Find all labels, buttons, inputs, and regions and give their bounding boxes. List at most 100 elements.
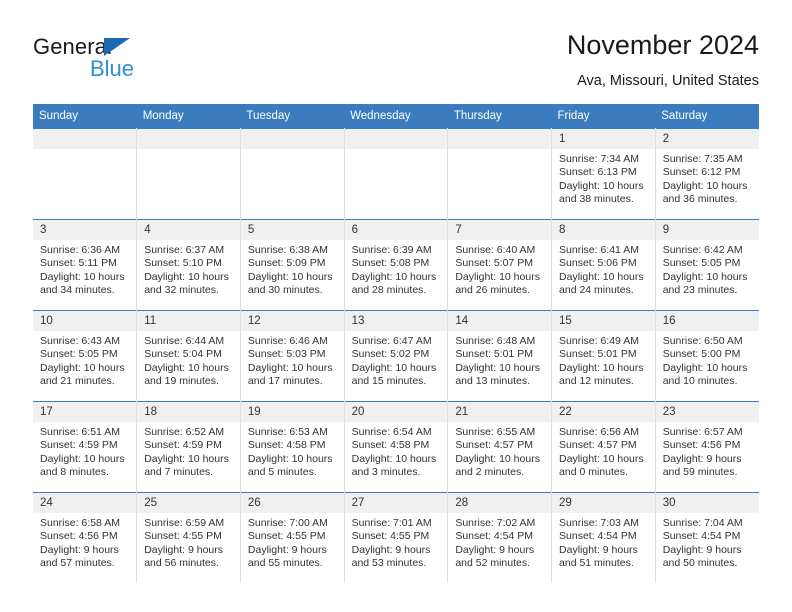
daylight-duration-line2: and 57 minutes. xyxy=(40,557,115,570)
daylight-duration-line2: and 5 minutes. xyxy=(247,466,317,479)
day-info: Sunrise: 6:49 AM Sunset: 5:01 PM Daylight:… xyxy=(552,331,655,389)
calendar-day-inner: 9 Sunrise: 6:42 AM Sunset: 5:05 PM Daylight… xyxy=(655,220,759,310)
calendar-day-cell[interactable]: 10 Sunrise: 6:43 AM Sunset: 5:05 PM Dayligh… xyxy=(33,310,138,402)
day-info: Sunrise: 6:39 AM Sunset: 5:08 PM Daylight:… xyxy=(345,240,448,298)
day-number: 10 xyxy=(33,311,137,331)
calendar-day-cell[interactable]: 13 Sunrise: 6:47 AM Sunset: 5:02 PM Dayligh… xyxy=(343,310,449,402)
day-info: Sunrise: 6:47 AM Sunset: 5:02 PM Daylight:… xyxy=(345,331,448,389)
day-number: 25 xyxy=(137,493,240,513)
calendar-day-inner: 16 Sunrise: 6:50 AM Sunset: 5:00 PM Dayligh… xyxy=(655,311,759,401)
calendar-day-cell[interactable]: 9 Sunrise: 6:42 AM Sunset: 5:05 PM Daylight… xyxy=(654,219,759,311)
calendar-day-cell[interactable]: 28 Sunrise: 7:02 AM Sunset: 4:54 PM Dayligh… xyxy=(447,492,553,583)
calendar-day-cell[interactable]: 26 Sunrise: 7:00 AM Sunset: 4:55 PM Dayligh… xyxy=(239,492,345,583)
sunrise-time: Sunrise: 6:56 AM xyxy=(559,426,639,438)
day-number xyxy=(448,129,552,149)
day-number: 19 xyxy=(240,402,344,422)
day-info: Sunrise: 6:46 AM Sunset: 5:03 PM Daylight:… xyxy=(241,331,344,389)
calendar-day-cell[interactable]: 22 Sunrise: 6:56 AM Sunset: 4:57 PM Dayligh… xyxy=(551,401,656,493)
calendar-day-inner: 8 Sunrise: 6:41 AM Sunset: 5:06 PM Daylight… xyxy=(552,220,655,310)
calendar-day-inner: 2 Sunrise: 7:35 AM Sunset: 6:12 PM Daylight… xyxy=(655,129,759,219)
location-subtitle: Ava, Missouri, United States xyxy=(577,73,759,89)
calendar-day-cell[interactable]: 29 Sunrise: 7:03 AM Sunset: 4:54 PM Dayligh… xyxy=(551,492,656,583)
day-info: Sunrise: 6:43 AM Sunset: 5:05 PM Daylight:… xyxy=(33,331,136,389)
sunset-time: Sunset: 6:13 PM xyxy=(559,166,637,179)
calendar-day-cell[interactable]: 14 Sunrise: 6:48 AM Sunset: 5:01 PM Dayligh… xyxy=(447,310,553,402)
calendar-day-inner: 7 Sunrise: 6:40 AM Sunset: 5:07 PM Daylight… xyxy=(448,220,552,310)
calendar-day-cell[interactable]: 1 Sunrise: 7:34 AM Sunset: 6:13 PM Daylight… xyxy=(551,128,656,220)
calendar-day-cell[interactable]: 30 Sunrise: 7:04 AM Sunset: 4:54 PM Dayligh… xyxy=(654,492,759,583)
daylight-duration-line1: Daylight: 10 hours xyxy=(662,270,748,283)
calendar-day-inner xyxy=(33,129,137,219)
calendar-week-row: 3 Sunrise: 6:36 AM Sunset: 5:11 PM Daylight… xyxy=(33,219,759,311)
daylight-duration-line2: and 3 minutes. xyxy=(351,466,421,479)
daylight-duration-line2: and 30 minutes. xyxy=(247,284,323,297)
calendar-day-inner: 30 Sunrise: 7:04 AM Sunset: 4:54 PM Dayligh… xyxy=(655,493,759,583)
day-info: Sunrise: 6:51 AM Sunset: 4:59 PM Daylight:… xyxy=(33,422,136,480)
daylight-duration-line1: Daylight: 10 hours xyxy=(455,361,540,374)
calendar-week-row: 1 Sunrise: 7:34 AM Sunset: 6:13 PM Daylight… xyxy=(33,128,759,220)
day-info: Sunrise: 6:41 AM Sunset: 5:06 PM Daylight:… xyxy=(552,240,655,298)
calendar-day-cell[interactable]: 18 Sunrise: 6:52 AM Sunset: 4:59 PM Dayligh… xyxy=(136,401,241,493)
sunrise-time: Sunrise: 6:41 AM xyxy=(559,244,639,256)
daylight-duration-line1: Daylight: 9 hours xyxy=(144,543,223,556)
day-number: 24 xyxy=(33,493,137,513)
day-info: Sunrise: 6:55 AM Sunset: 4:57 PM Daylight:… xyxy=(448,422,551,480)
daylight-duration-line2: and 24 minutes. xyxy=(559,284,634,297)
daylight-duration-line1: Daylight: 9 hours xyxy=(662,452,742,465)
calendar-day-cell[interactable]: 7 Sunrise: 6:40 AM Sunset: 5:07 PM Daylight… xyxy=(447,219,553,311)
daylight-duration-line2: and 15 minutes. xyxy=(351,375,427,388)
sunset-time: Sunset: 4:55 PM xyxy=(351,530,430,543)
daylight-duration-line1: Daylight: 10 hours xyxy=(40,361,125,374)
day-number: 13 xyxy=(344,311,448,331)
day-number: 2 xyxy=(655,129,759,149)
calendar-day-inner: 20 Sunrise: 6:54 AM Sunset: 4:58 PM Dayligh… xyxy=(344,402,448,492)
weekday-header-monday: Monday xyxy=(136,104,241,129)
sunset-time: Sunset: 4:55 PM xyxy=(247,530,326,543)
calendar-day-cell[interactable]: 20 Sunrise: 6:54 AM Sunset: 4:58 PM Dayligh… xyxy=(343,401,449,493)
sunset-time: Sunset: 5:07 PM xyxy=(455,257,533,270)
general-blue-logo[interactable]: General Blue xyxy=(33,34,233,90)
daylight-duration-line1: Daylight: 10 hours xyxy=(662,361,748,374)
calendar-day-cell[interactable]: 27 Sunrise: 7:01 AM Sunset: 4:55 PM Dayligh… xyxy=(343,492,449,583)
calendar-day-cell[interactable]: 3 Sunrise: 6:36 AM Sunset: 5:11 PM Daylight… xyxy=(33,219,138,311)
weekday-header-wednesday: Wednesday xyxy=(344,104,448,129)
day-info: Sunrise: 6:53 AM Sunset: 4:58 PM Daylight:… xyxy=(241,422,344,480)
sunset-time: Sunset: 4:58 PM xyxy=(247,439,326,452)
sunrise-time: Sunrise: 6:36 AM xyxy=(40,244,120,256)
sunrise-time: Sunrise: 6:55 AM xyxy=(455,426,536,438)
daylight-duration-line2: and 8 minutes. xyxy=(40,466,109,479)
calendar-day-cell[interactable]: 12 Sunrise: 6:46 AM Sunset: 5:03 PM Dayligh… xyxy=(239,310,345,402)
calendar-day-cell[interactable]: 16 Sunrise: 6:50 AM Sunset: 5:00 PM Dayligh… xyxy=(654,310,759,402)
calendar-day-cell[interactable]: 21 Sunrise: 6:55 AM Sunset: 4:57 PM Dayligh… xyxy=(447,401,553,493)
calendar-day-cell[interactable]: 2 Sunrise: 7:35 AM Sunset: 6:12 PM Daylight… xyxy=(654,128,759,220)
day-number: 3 xyxy=(33,220,137,240)
calendar-day-cell[interactable]: 5 Sunrise: 6:38 AM Sunset: 5:09 PM Daylight… xyxy=(239,219,345,311)
calendar-day-inner: 24 Sunrise: 6:58 AM Sunset: 4:56 PM Dayligh… xyxy=(33,493,137,583)
day-info: Sunrise: 7:34 AM Sunset: 6:13 PM Daylight:… xyxy=(552,149,655,207)
day-number xyxy=(33,129,137,149)
sunset-time: Sunset: 4:57 PM xyxy=(455,439,533,452)
calendar-day-cell[interactable]: 4 Sunrise: 6:37 AM Sunset: 5:10 PM Daylight… xyxy=(136,219,241,311)
calendar-day-inner: 14 Sunrise: 6:48 AM Sunset: 5:01 PM Dayligh… xyxy=(448,311,552,401)
calendar-day-inner: 4 Sunrise: 6:37 AM Sunset: 5:10 PM Daylight… xyxy=(137,220,240,310)
calendar-day-cell[interactable]: 15 Sunrise: 6:49 AM Sunset: 5:01 PM Dayligh… xyxy=(551,310,656,402)
sunrise-time: Sunrise: 7:03 AM xyxy=(559,517,639,529)
calendar-day-cell[interactable]: 11 Sunrise: 6:44 AM Sunset: 5:04 PM Dayligh… xyxy=(136,310,241,402)
calendar-day-cell[interactable]: 8 Sunrise: 6:41 AM Sunset: 5:06 PM Daylight… xyxy=(551,219,656,311)
daylight-duration-line1: Daylight: 10 hours xyxy=(455,270,540,283)
calendar-day-cell[interactable]: 6 Sunrise: 6:39 AM Sunset: 5:08 PM Daylight… xyxy=(343,219,449,311)
day-number: 30 xyxy=(655,493,759,513)
calendar-day-cell[interactable]: 17 Sunrise: 6:51 AM Sunset: 4:59 PM Dayligh… xyxy=(33,401,138,493)
day-number: 11 xyxy=(137,311,240,331)
sunrise-time: Sunrise: 6:59 AM xyxy=(144,517,225,529)
calendar-day-cell[interactable]: 25 Sunrise: 6:59 AM Sunset: 4:55 PM Dayligh… xyxy=(136,492,241,583)
calendar-day-cell[interactable]: 24 Sunrise: 6:58 AM Sunset: 4:56 PM Dayligh… xyxy=(33,492,138,583)
day-info: Sunrise: 6:42 AM Sunset: 5:05 PM Daylight:… xyxy=(656,240,759,298)
sunrise-time: Sunrise: 6:37 AM xyxy=(144,244,225,256)
calendar-day-inner: 19 Sunrise: 6:53 AM Sunset: 4:58 PM Dayligh… xyxy=(240,402,344,492)
calendar-day-cell[interactable]: 19 Sunrise: 6:53 AM Sunset: 4:58 PM Dayligh… xyxy=(239,401,345,493)
calendar-body: 1 Sunrise: 7:34 AM Sunset: 6:13 PM Daylight… xyxy=(33,128,759,583)
day-number: 9 xyxy=(655,220,759,240)
calendar-day-cell-empty xyxy=(447,128,553,220)
calendar-day-cell[interactable]: 23 Sunrise: 6:57 AM Sunset: 4:56 PM Dayligh… xyxy=(654,401,759,493)
